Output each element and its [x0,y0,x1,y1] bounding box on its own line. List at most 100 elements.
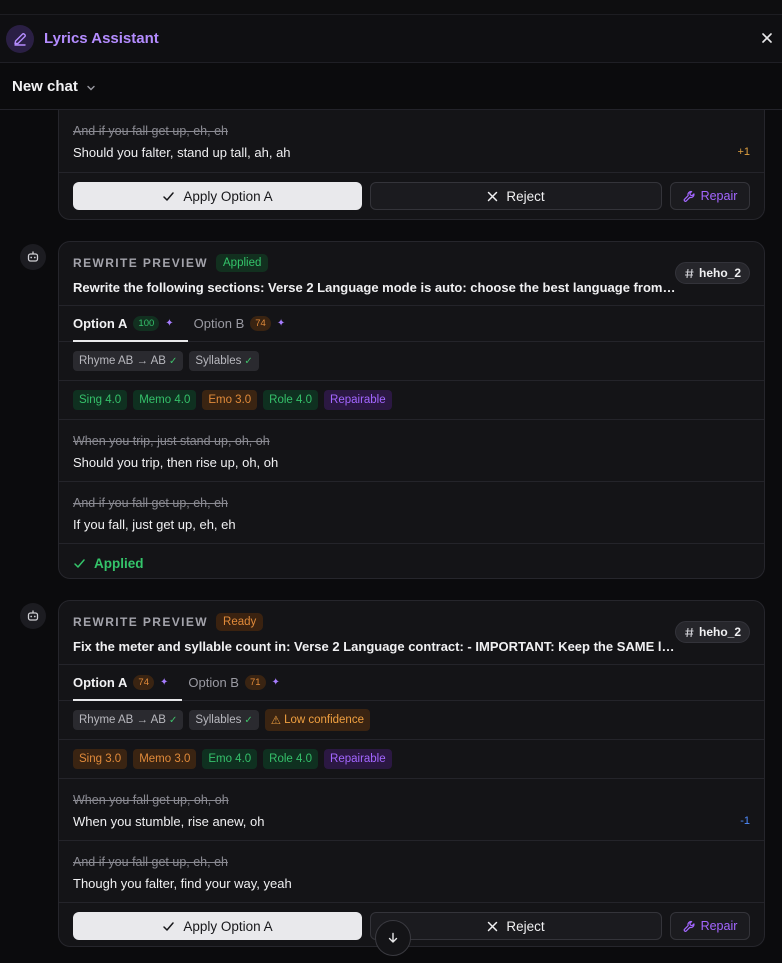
metric-role: Role 4.0 [263,749,319,769]
original-line: And if you fall get up, eh, eh [73,124,228,138]
syllable-delta: +1 [737,146,750,158]
sparkle-icon: ✦ [165,318,174,329]
x-icon [488,191,498,201]
repair-button[interactable]: Repair [670,912,750,940]
rewritten-line: Should you trip, then rise up, oh, oh [73,455,279,470]
tab-option-b[interactable]: Option B 74 ✦ [193,306,286,342]
rewrite-preview-card: And if you fall get up, eh, eh Should yo… [58,110,765,220]
card-header: REWRITE PREVIEW Applied Rewrite the foll… [59,242,764,306]
project-tag[interactable]: heho_2 [674,621,750,643]
wrench-icon [683,190,695,202]
score-badge: 71 [244,675,266,690]
apply-label: Apply Option A [183,918,273,934]
lyric-change: And if you fall get up, eh, eh If you fa… [59,482,764,544]
tag-label: heho_2 [698,625,741,639]
reject-label: Reject [506,188,545,204]
apply-label: Apply Option A [183,188,273,204]
message-feed[interactable]: And if you fall get up, eh, eh Should yo… [0,110,782,963]
reject-button[interactable]: Reject [370,912,662,940]
tab-label: Option B [193,316,245,331]
metric-sing: Sing 4.0 [73,390,128,410]
repairable-chip: Repairable [324,749,392,769]
tag-label: heho_2 [698,266,741,280]
wrench-icon [683,920,695,932]
metric-emo: Emo 3.0 [202,390,258,410]
tab-option-a[interactable]: Option A 74 ✦ [73,665,183,701]
check-chips: Rhyme AB → AB ✓ Syllables ✓ ⚠ Low confidenc… [59,701,764,740]
rewritten-line: When you stumble, rise anew, oh [73,814,265,829]
scroll-to-bottom-button[interactable] [375,920,411,956]
rhyme-check-chip: Rhyme AB → AB ✓ [73,351,184,371]
reject-label: Reject [506,918,545,934]
prompt-text: Fix the meter and syllable count in: Ver… [73,639,677,654]
check-icon: ✓ [244,355,253,367]
rewrite-preview-card: REWRITE PREVIEW Applied Rewrite the foll… [58,241,765,579]
original-line: And if you fall get up, eh, eh [73,496,228,510]
apply-option-button[interactable]: Apply Option A [73,912,362,940]
sparkle-icon: ✦ [276,318,286,329]
check-icon: ✓ [168,355,178,367]
metric-memo: Memo 4.0 [133,390,197,410]
score-badge: 74 [133,675,154,690]
option-tabs: Option A 74 ✦ Option B 71 ✦ [59,665,764,701]
card-kicker: REWRITE PREVIEW [73,615,209,629]
rewritten-line: Should you falter, stand up tall, ah, ah [73,145,291,160]
reject-button[interactable]: Reject [370,182,662,210]
project-tag[interactable]: heho_2 [674,262,750,284]
tab-option-a[interactable]: Option A 100 ✦ [73,306,188,342]
app-title: Lyrics Assistant [44,30,159,47]
lyric-change: And if you fall get up, eh, eh Though yo… [59,841,764,903]
chevron-down-icon[interactable] [86,80,96,98]
panel-header: Lyrics Assistant [0,15,782,63]
tab-label: Option B [188,675,239,690]
applied-label: Applied [94,555,144,571]
check-icon [163,191,175,201]
check-icon [163,921,175,931]
close-icon[interactable] [757,28,777,48]
applied-footer: Applied [59,544,764,578]
check-icon [74,558,85,568]
original-line: And if you fall get up, eh, eh [73,855,228,869]
rhyme-check-chip: Rhyme AB → AB ✓ [73,710,184,730]
tab-option-b[interactable]: Option B 71 ✦ [188,665,280,701]
check-icon: ✓ [244,714,253,726]
metric-role: Role 4.0 [263,390,319,410]
original-line: When you fall get up, oh, oh [73,793,229,807]
lyric-change: When you trip, just stand up, oh, oh Sho… [59,420,764,482]
card-kicker: REWRITE PREVIEW [73,256,209,270]
hash-icon [684,627,694,637]
chat-title[interactable]: New chat [12,78,78,95]
arrow-down-icon [388,932,398,943]
syllables-check-chip: Syllables ✓ [189,351,259,371]
card-header: REWRITE PREVIEW Ready Fix the meter and … [59,601,764,665]
original-line: When you trip, just stand up, oh, oh [73,434,270,448]
pen-icon [6,25,34,53]
sparkle-icon: ✦ [271,677,280,688]
check-icon: ✓ [168,714,178,726]
tab-label: Option A [73,316,128,331]
option-tabs: Option A 100 ✦ Option B 74 ✦ [59,306,764,342]
chat-selector[interactable]: New chat [0,63,782,110]
metric-chips: Sing 3.0 Memo 3.0 Emo 4.0 Role 4.0 Repai… [59,740,764,779]
score-badge: 100 [133,316,160,331]
rewritten-line: If you fall, just get up, eh, eh [73,517,236,532]
metric-memo: Memo 3.0 [133,749,197,769]
metric-chips: Sing 4.0 Memo 4.0 Emo 3.0 Role 4.0 Repai… [59,381,764,420]
rewrite-preview-card: REWRITE PREVIEW Ready Fix the meter and … [58,600,765,947]
syllables-check-chip: Syllables ✓ [189,710,259,730]
action-bar: Apply Option A Reject Repair [59,173,764,219]
prompt-text: Rewrite the following sections: Verse 2 … [73,280,677,295]
bot-icon [20,603,46,629]
low-confidence-chip: ⚠ Low confidence [264,709,370,731]
lyric-change: And if you fall get up, eh, eh Should yo… [59,110,764,173]
score-badge: 74 [250,316,271,331]
window-top-strip [0,0,782,15]
action-bar: Apply Option A Reject Repair [59,903,764,946]
metric-emo: Emo 4.0 [202,749,258,769]
apply-option-button[interactable]: Apply Option A [73,182,362,210]
metric-sing: Sing 3.0 [73,749,128,769]
repair-button[interactable]: Repair [670,182,750,210]
tab-label: Option A [73,675,128,690]
rewritten-line: Though you falter, find your way, yeah [73,876,292,891]
lyric-change: When you fall get up, oh, oh When you st… [59,779,764,841]
